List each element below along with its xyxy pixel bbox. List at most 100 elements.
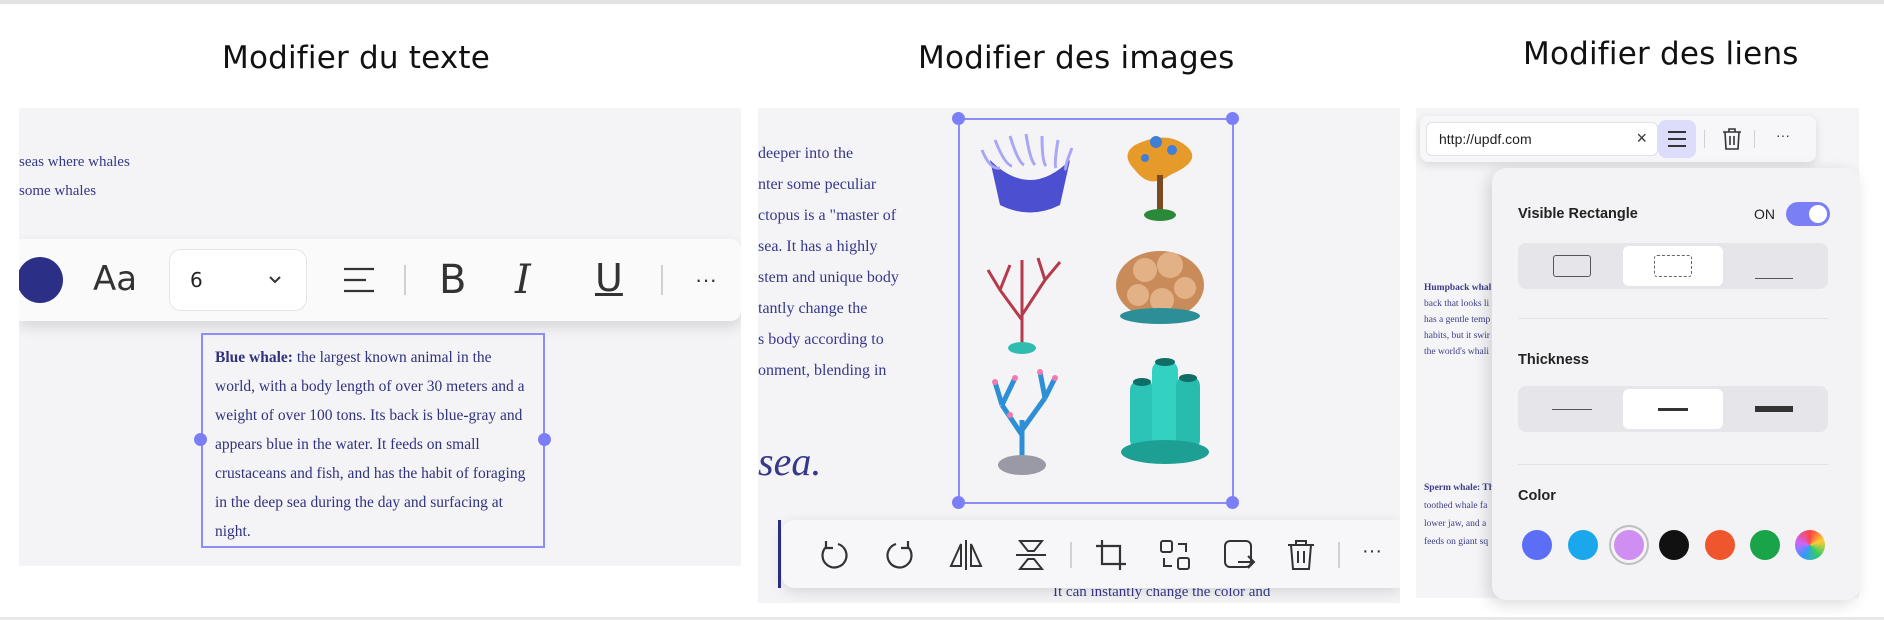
toolbar-divider [404, 265, 406, 295]
rotate-right-icon[interactable] [884, 538, 918, 572]
color-swatch-orange[interactable] [1705, 530, 1735, 560]
delete-link-icon[interactable] [1722, 127, 1742, 151]
link-style-popup: Visible Rectangle ON Thickness Color [1492, 168, 1860, 600]
more-button[interactable]: ··· [695, 263, 717, 297]
thickness-selector [1518, 386, 1828, 432]
image-more-button[interactable]: ··· [1362, 540, 1382, 563]
doc-line: habits, but it swir [1424, 331, 1490, 341]
replace-icon[interactable] [1158, 538, 1192, 572]
cup-coral-icon [1116, 251, 1204, 324]
resize-handle-top-left[interactable] [952, 112, 965, 125]
resize-handle-right[interactable] [538, 433, 551, 446]
popup-divider [1518, 464, 1828, 465]
doc-line: sea. It has a highly [758, 238, 878, 255]
thickness-label: Thickness [1518, 352, 1589, 368]
thickness-thin-option[interactable] [1522, 389, 1622, 429]
font-size-value: 6 [190, 268, 203, 292]
text-edit-panel: seas where whales some whales Aa 6 B I U… [19, 108, 741, 566]
doc-line: nter some peculiar [758, 176, 877, 193]
color-swatch-black[interactable] [1659, 530, 1689, 560]
doc-line: has a gentle temp [1424, 315, 1491, 325]
flip-vertical-icon[interactable] [1014, 538, 1048, 572]
toolbar-divider [1338, 542, 1340, 568]
url-value: http://updf.com [1439, 131, 1532, 147]
branch-coral-icon [986, 257, 1062, 354]
thickness-medium-option[interactable] [1623, 389, 1723, 429]
resize-handle-top-right[interactable] [1226, 112, 1239, 125]
selected-image[interactable] [958, 118, 1234, 504]
resize-handle-left[interactable] [194, 433, 207, 446]
resize-handle-bottom-right[interactable] [1226, 496, 1239, 509]
visible-rectangle-label: Visible Rectangle [1518, 206, 1638, 222]
rotate-left-icon[interactable] [816, 538, 850, 572]
border-dashed-option[interactable] [1623, 246, 1723, 286]
url-field[interactable]: http://updf.com × [1426, 122, 1658, 156]
color-swatch-green[interactable] [1750, 530, 1780, 560]
text-cursor [778, 520, 781, 588]
coral-image [980, 133, 1209, 475]
toolbar-divider [1754, 130, 1755, 148]
image-toolbar: ··· [782, 520, 1400, 588]
extract-icon[interactable] [1222, 538, 1256, 572]
link-more-button[interactable]: ··· [1776, 127, 1790, 143]
thickness-thick-option[interactable] [1724, 389, 1824, 429]
color-swatch-rainbow[interactable] [1795, 530, 1825, 560]
crop-icon[interactable] [1094, 538, 1128, 572]
delete-icon[interactable] [1286, 538, 1316, 572]
visible-rectangle-toggle[interactable] [1786, 202, 1830, 226]
clear-url-button[interactable]: × [1636, 128, 1647, 149]
font-button[interactable]: Aa [93, 259, 137, 299]
border-underline-option[interactable] [1724, 246, 1824, 286]
blue-coral-icon [992, 369, 1058, 475]
fan-coral-icon [1127, 136, 1193, 221]
underline-button[interactable]: U [595, 253, 623, 303]
text-format-toolbar: Aa 6 B I U ··· [19, 239, 741, 321]
doc-line: some whales [19, 183, 97, 199]
align-icon[interactable] [341, 263, 377, 297]
text-lead: Blue whale: [215, 349, 293, 366]
anemone-icon [980, 133, 1074, 213]
color-label: Color [1518, 488, 1556, 504]
link-toolbar: http://updf.com × ··· [1420, 116, 1816, 162]
doc-line: ctopus is a "master of [758, 207, 897, 224]
section-title-text: Modifier du texte [222, 40, 491, 76]
bold-button[interactable]: B [439, 255, 466, 305]
doc-line: toothed whale fa [1424, 501, 1488, 511]
link-style-button[interactable] [1658, 120, 1696, 158]
border-solid-option[interactable] [1522, 246, 1622, 286]
doc-heading: sea. [758, 439, 822, 484]
text-body: the largest known animal in the world, w… [215, 349, 526, 540]
doc-line: back that looks li [1424, 299, 1490, 309]
popup-divider [1518, 318, 1828, 319]
doc-line: feeds on giant sq [1424, 537, 1489, 547]
chevron-down-icon [269, 276, 281, 284]
color-swatch-blue[interactable] [1522, 530, 1552, 560]
color-swatch-cyan[interactable] [1568, 530, 1598, 560]
doc-line: lower jaw, and a [1424, 519, 1487, 529]
doc-line: the world's whali [1424, 347, 1490, 357]
toggle-state: ON [1754, 206, 1775, 222]
resize-handle-bottom-left[interactable] [952, 496, 965, 509]
doc-line: deeper into the [758, 145, 854, 162]
toggle-knob [1809, 205, 1827, 223]
doc-line: seas where whales [19, 154, 130, 170]
border-style-selector [1518, 243, 1828, 289]
toolbar-divider [1070, 542, 1072, 568]
menu-icon [1668, 131, 1686, 147]
italic-button[interactable]: I [515, 255, 531, 305]
toolbar-divider [661, 265, 663, 295]
text-color-button[interactable] [19, 257, 63, 303]
doc-line: Sperm whale: Th [1424, 483, 1495, 493]
section-title-links: Modifier des liens [1523, 36, 1799, 72]
flip-horizontal-icon[interactable] [948, 538, 984, 572]
color-swatch-violet-selected[interactable] [1611, 527, 1647, 563]
toolbar-divider [1704, 130, 1705, 148]
doc-line: stem and unique body [758, 269, 899, 286]
doc-line: tantly change the [758, 300, 868, 317]
editable-text-box[interactable]: Blue whale: the largest known animal in … [201, 333, 545, 548]
image-edit-panel: deeper into the nter some peculiar ctopu… [758, 108, 1400, 603]
doc-line: onment, blending in [758, 362, 887, 379]
font-size-select[interactable]: 6 [169, 249, 307, 311]
section-title-images: Modifier des images [918, 40, 1235, 76]
doc-line: s body according to [758, 331, 884, 348]
